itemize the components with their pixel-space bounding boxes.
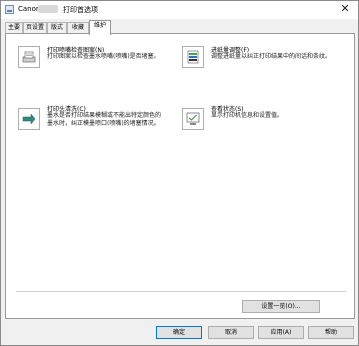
- window-title: 打印首选项: [63, 6, 98, 14]
- nozzle-check-description: 打印图案以检查墨水喷嘴(喷嘴)是否堵塞。: [47, 53, 160, 60]
- redacted-model-name: [38, 5, 58, 13]
- window-title-brand: Canon: [18, 5, 41, 13]
- paper-feed-adjust-button[interactable]: [182, 46, 204, 68]
- maintenance-panel: 打印喷嘴检查图案(N) 打印图案以检查墨水喷嘴(喷嘴)是否堵塞。 进纸量调整(F…: [5, 33, 355, 319]
- close-icon[interactable]: ✕: [338, 2, 352, 16]
- help-button[interactable]: 帮助: [308, 326, 354, 339]
- cleaning-description-line1: 墨水是否打印结果模糊或不能出特定颜色的: [47, 112, 162, 119]
- cleaning-icon: [22, 113, 36, 125]
- cleaning-description-line2: 墨水时，纠正模墨喷口(喷嘴)的堵塞情况。: [47, 120, 160, 127]
- title-bar: Canon 打印首选项 ✕: [1, 1, 358, 19]
- tab-maintenance[interactable]: 维护: [89, 20, 111, 35]
- ok-button[interactable]: 确定: [156, 326, 202, 339]
- status-monitor-icon: [186, 112, 200, 125]
- settings-list-button[interactable]: 设置一览(O)...: [242, 300, 320, 313]
- status-description: 显示打印机信息和设置值。: [211, 112, 284, 119]
- print-head-cleaning-button[interactable]: [18, 108, 40, 130]
- apply-button[interactable]: 应用(A): [258, 326, 304, 339]
- printer-app-icon: [5, 5, 14, 14]
- printer-preferences-window: Canon 打印首选项 ✕ 主要 页设置 版式 收藏 维护 打印喷嘴检查图案(N…: [0, 0, 359, 346]
- view-status-button[interactable]: [182, 108, 204, 130]
- cancel-button[interactable]: 取消: [208, 326, 254, 339]
- panel-divider: [16, 291, 346, 292]
- paper-feed-description: 调整进纸量以纠正打印结果中的间话和条纹。: [211, 53, 332, 60]
- printer-page-icon: [22, 51, 36, 63]
- color-chart-icon: [187, 50, 199, 64]
- nozzle-check-button[interactable]: [18, 46, 40, 68]
